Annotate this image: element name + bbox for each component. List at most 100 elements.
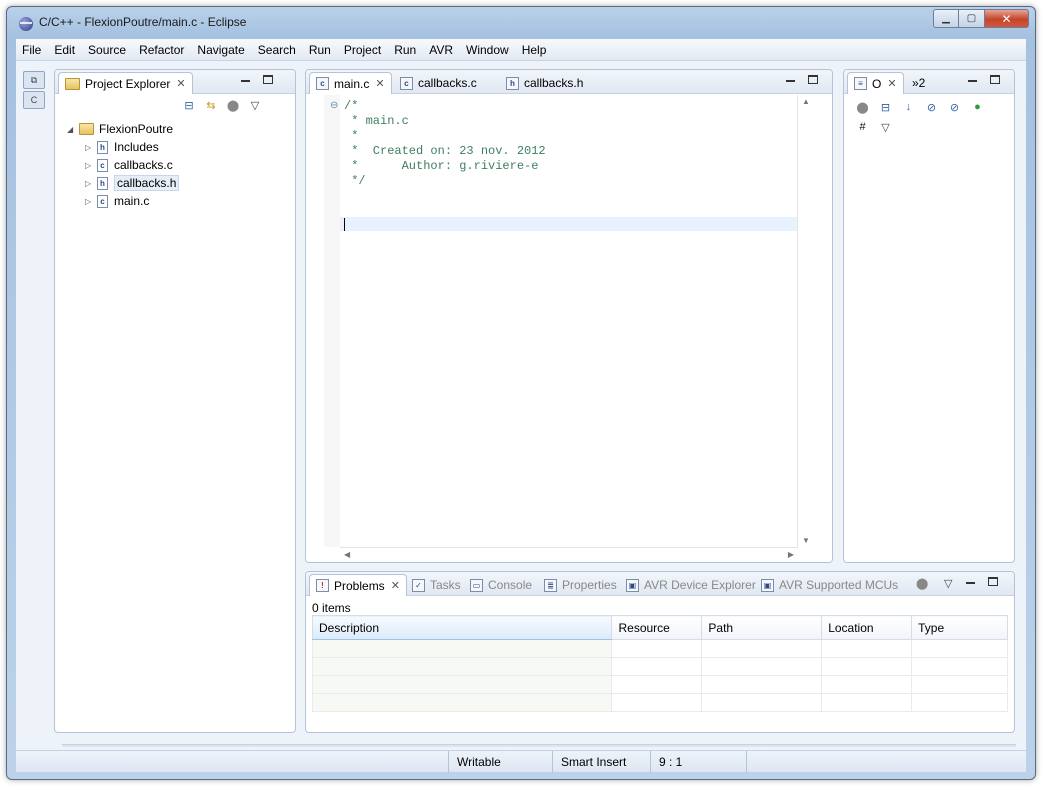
maximize-view-icon[interactable] [988,577,998,586]
h-file-icon: h [97,176,108,190]
tree-project[interactable]: ◢ FlexionPoutre [67,120,179,138]
link-editor-icon[interactable]: ⇆ [203,98,219,112]
tree-item-label: Includes [114,140,159,154]
scroll-down-icon[interactable]: ▼ [802,536,810,545]
tree-item-callbacks-h[interactable]: ▷ h callbacks.h [67,174,180,192]
code-line: * main.c [344,114,409,128]
overflow-label: »2 [912,76,926,90]
tab-label: AVR Device Explorer [644,578,756,592]
hide-static-icon[interactable]: ⊘ [946,100,963,114]
column-type[interactable]: Type [911,615,1008,640]
menu-run-2[interactable]: Run [394,43,416,57]
collapsed-arrow-icon[interactable]: ▷ [85,197,97,206]
menu-source[interactable]: Source [88,43,126,57]
menu-file[interactable]: File [22,43,41,57]
close-icon[interactable]: ✕ [375,77,384,90]
menu-project[interactable]: Project [344,43,381,57]
project-folder-icon [79,123,94,135]
overflow-tabs[interactable]: »2 [906,72,931,94]
tab-problems[interactable]: ! Problems ✕ [309,574,407,596]
menu-search[interactable]: Search [258,43,296,57]
tree-item-main-c[interactable]: ▷ c main.c [67,192,179,210]
restore-icon[interactable]: ⧉ [23,71,45,89]
title-bar[interactable]: C/C++ - FlexionPoutre/main.c - Eclipse ▁… [7,7,1035,39]
project-tree: ◢ FlexionPoutre ▷ h Includes ▷ c callbac… [67,120,180,210]
collapsed-arrow-icon[interactable]: ▷ [85,161,97,170]
maximize-view-icon[interactable] [990,75,1000,84]
sort-icon[interactable]: ↓ [900,100,917,114]
menu-run[interactable]: Run [309,43,331,57]
fast-view-bar [62,744,1016,747]
filters-icon[interactable]: ⬤ [916,577,928,590]
collapse-all-icon[interactable]: ⊟ [877,100,894,114]
code-line: * Author: g.riviere-e [344,159,539,173]
hide-fields-icon[interactable]: ⊘ [923,100,940,114]
tab-label: Tasks [430,578,461,592]
close-button[interactable]: ✕ [985,9,1029,28]
vertical-scrollbar[interactable]: ▲ ▼ [797,95,814,547]
maximize-button[interactable]: ▢ [959,9,985,28]
table-row [311,639,1008,658]
minimize-view-icon[interactable] [966,577,975,584]
tree-item-callbacks-c[interactable]: ▷ c callbacks.c [67,156,179,174]
tab-callbacks-h[interactable]: h callbacks.h [500,72,589,94]
menu-edit[interactable]: Edit [54,43,75,57]
menu-refactor[interactable]: Refactor [139,43,184,57]
menu-help[interactable]: Help [522,43,547,57]
tab-outline[interactable]: ≡ O ✕ [847,72,904,94]
column-description[interactable]: Description [311,615,613,640]
column-location[interactable]: Location [821,615,913,640]
minimize-button[interactable]: ▁ [933,9,959,28]
tab-avr-device-explorer[interactable]: ▣ AVR Device Explorer [620,574,762,596]
expanded-arrow-icon[interactable]: ◢ [67,125,79,134]
scroll-up-icon[interactable]: ▲ [802,97,810,106]
code-editor[interactable]: ⊖ /* * main.c * * Created on: 23 nov. 20… [306,95,832,562]
maximize-view-icon[interactable] [263,75,273,84]
maximize-view-icon[interactable] [808,75,818,84]
scroll-right-icon[interactable]: ▶ [788,550,794,559]
editor-panel: c main.c ✕ c callbacks.c h callbacks.h ⊖ [305,69,833,563]
tab-properties[interactable]: ≣ Properties [538,574,623,596]
minimize-view-icon[interactable] [968,75,977,82]
tab-tasks[interactable]: ✓ Tasks [406,574,467,596]
tab-avr-supported-mcus[interactable]: ▣ AVR Supported MCUs [755,574,904,596]
tab-console[interactable]: ▭ Console [464,574,538,596]
collapsed-arrow-icon[interactable]: ▷ [85,143,97,152]
column-resource[interactable]: Resource [611,615,703,640]
minimize-view-icon[interactable] [786,75,795,82]
tab-callbacks-c[interactable]: c callbacks.c [394,72,483,94]
eclipse-logo-icon [19,17,33,31]
includes-icon: h [97,140,108,154]
view-menu-icon[interactable]: ▽ [944,577,952,590]
hide-non-public-icon[interactable]: ● [969,100,986,114]
fold-icon[interactable]: ⊖ [330,100,338,111]
workbench: File Edit Source Refactor Navigate Searc… [16,39,1026,773]
tab-label: Problems [334,578,385,593]
collapsed-arrow-icon[interactable]: ▷ [85,179,97,188]
scroll-left-icon[interactable]: ◀ [344,550,350,559]
menu-avr[interactable]: AVR [429,43,453,57]
close-icon[interactable]: ✕ [887,77,896,90]
horizontal-scrollbar[interactable]: ◀ ▶ [340,547,798,562]
tab-label: Properties [562,578,617,592]
filters-icon[interactable]: ⬤ [854,100,871,114]
close-icon[interactable]: ✕ [176,77,185,90]
project-name: FlexionPoutre [99,122,174,136]
hide-macros-icon[interactable]: # [854,120,871,134]
menu-window[interactable]: Window [466,43,509,57]
tree-item-includes[interactable]: ▷ h Includes [67,138,179,156]
tab-main-c[interactable]: c main.c ✕ [309,72,392,94]
console-icon: ▭ [470,578,483,592]
column-path[interactable]: Path [701,615,823,640]
minimize-view-icon[interactable] [241,75,250,82]
tab-project-explorer[interactable]: Project Explorer ✕ [58,72,193,94]
close-icon[interactable]: ✕ [391,579,400,592]
outline-icon: ≡ [854,77,867,90]
view-menu-icon[interactable]: ▽ [247,98,263,112]
filters-icon[interactable]: ⬤ [225,98,241,112]
code-text[interactable]: /* * main.c * * Created on: 23 nov. 2012… [344,99,546,189]
collapse-all-icon[interactable]: ⊟ [181,98,197,112]
menu-navigate[interactable]: Navigate [197,43,244,57]
cpp-perspective-icon[interactable]: C [23,91,45,109]
view-menu-icon[interactable]: ▽ [877,120,894,134]
